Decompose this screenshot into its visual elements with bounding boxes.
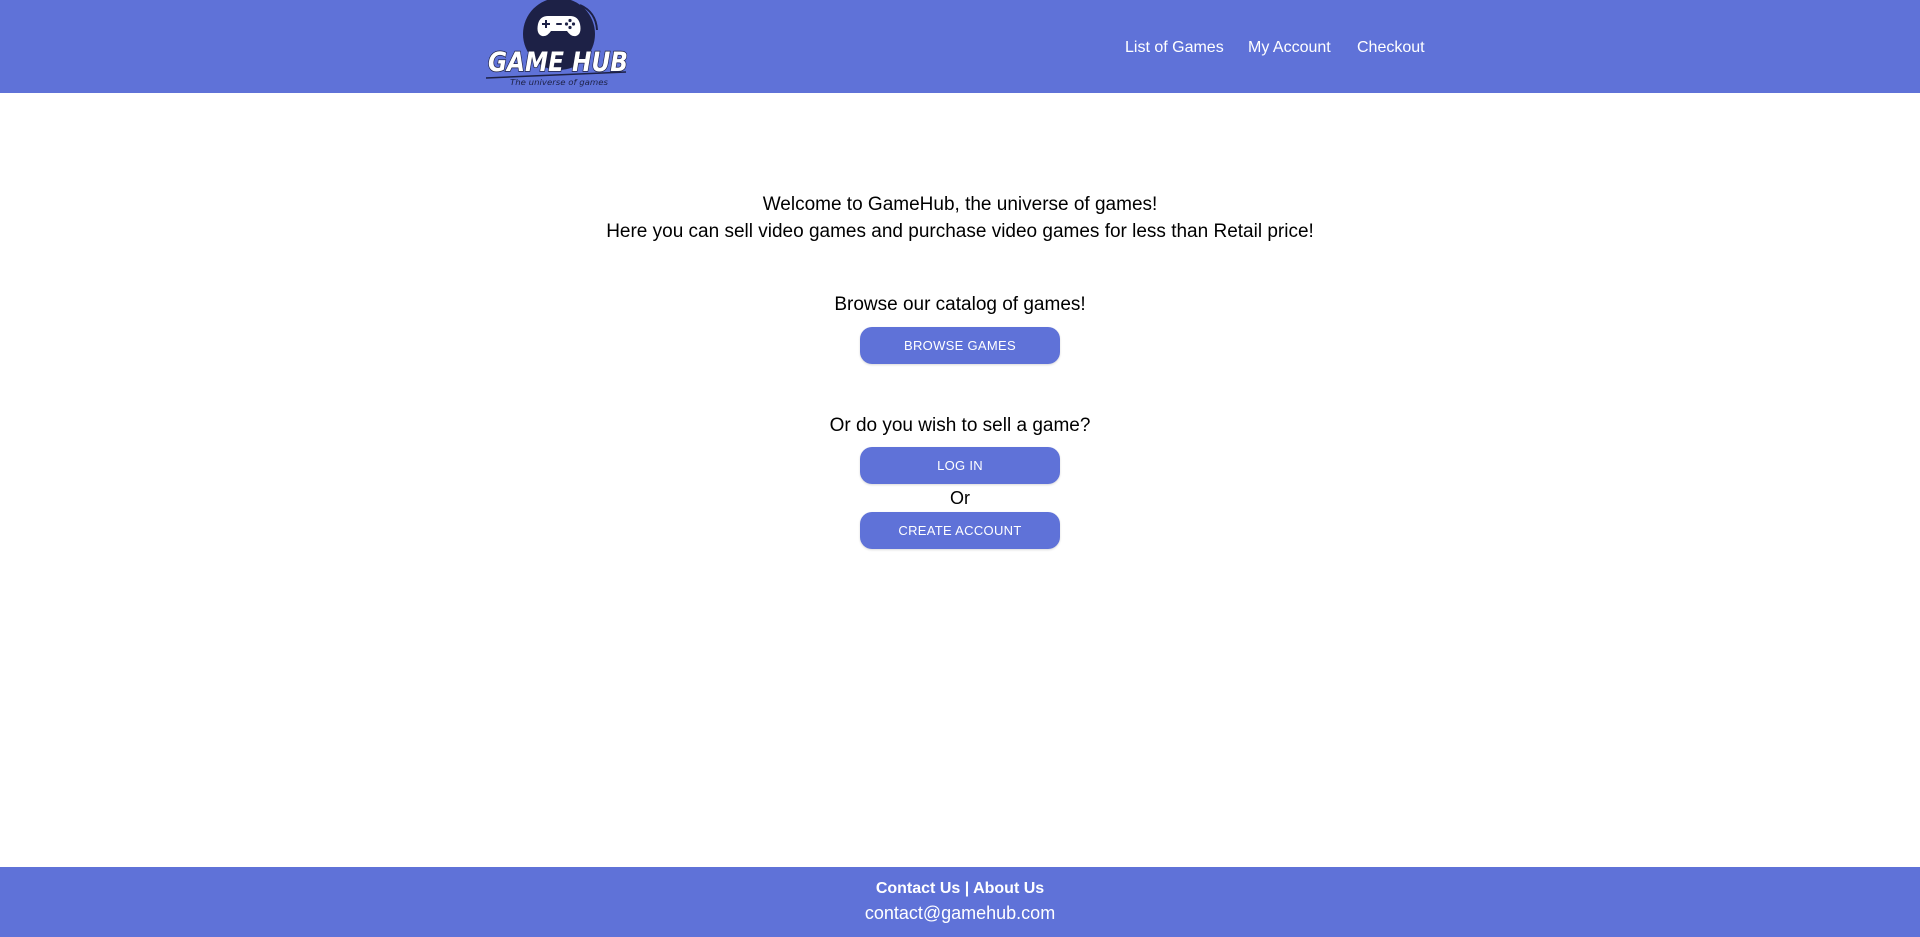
welcome-line-2: Here you can sell video games and purcha… (606, 221, 1314, 242)
nav-checkout[interactable]: Checkout (1357, 38, 1425, 58)
nav-my-account[interactable]: My Account (1248, 38, 1331, 58)
welcome-message: Welcome to GameHub, the universe of game… (0, 191, 1920, 245)
site-footer: Contact Us | About Us contact@gamehub.co… (0, 867, 1920, 937)
logo-tagline: The universe of games (510, 78, 608, 87)
welcome-line-1: Welcome to GameHub, the universe of game… (762, 194, 1158, 215)
site-header: GAME HUB The universe of games List of G… (0, 0, 1920, 93)
about-us-link[interactable]: About Us (973, 880, 1044, 897)
sell-heading: Or do you wish to sell a game? (829, 415, 1091, 436)
main-content: Welcome to GameHub, the universe of game… (0, 93, 1920, 867)
contact-us-link[interactable]: Contact Us (876, 880, 960, 897)
footer-email: contact@gamehub.com (864, 903, 1056, 923)
create-account-button[interactable]: CREATE ACCOUNT (860, 512, 1060, 549)
nav-list-of-games[interactable]: List of Games (1125, 38, 1224, 58)
browse-games-button[interactable]: BROWSE GAMES (860, 327, 1060, 364)
log-in-button[interactable]: LOG IN (860, 447, 1060, 484)
or-separator: Or (950, 488, 970, 508)
footer-links: Contact Us | About Us (0, 879, 1920, 899)
browse-heading: Browse our catalog of games! (834, 294, 1086, 315)
footer-separator: | (964, 880, 970, 897)
main-nav: List of Games My Account Checkout (0, 38, 1920, 58)
